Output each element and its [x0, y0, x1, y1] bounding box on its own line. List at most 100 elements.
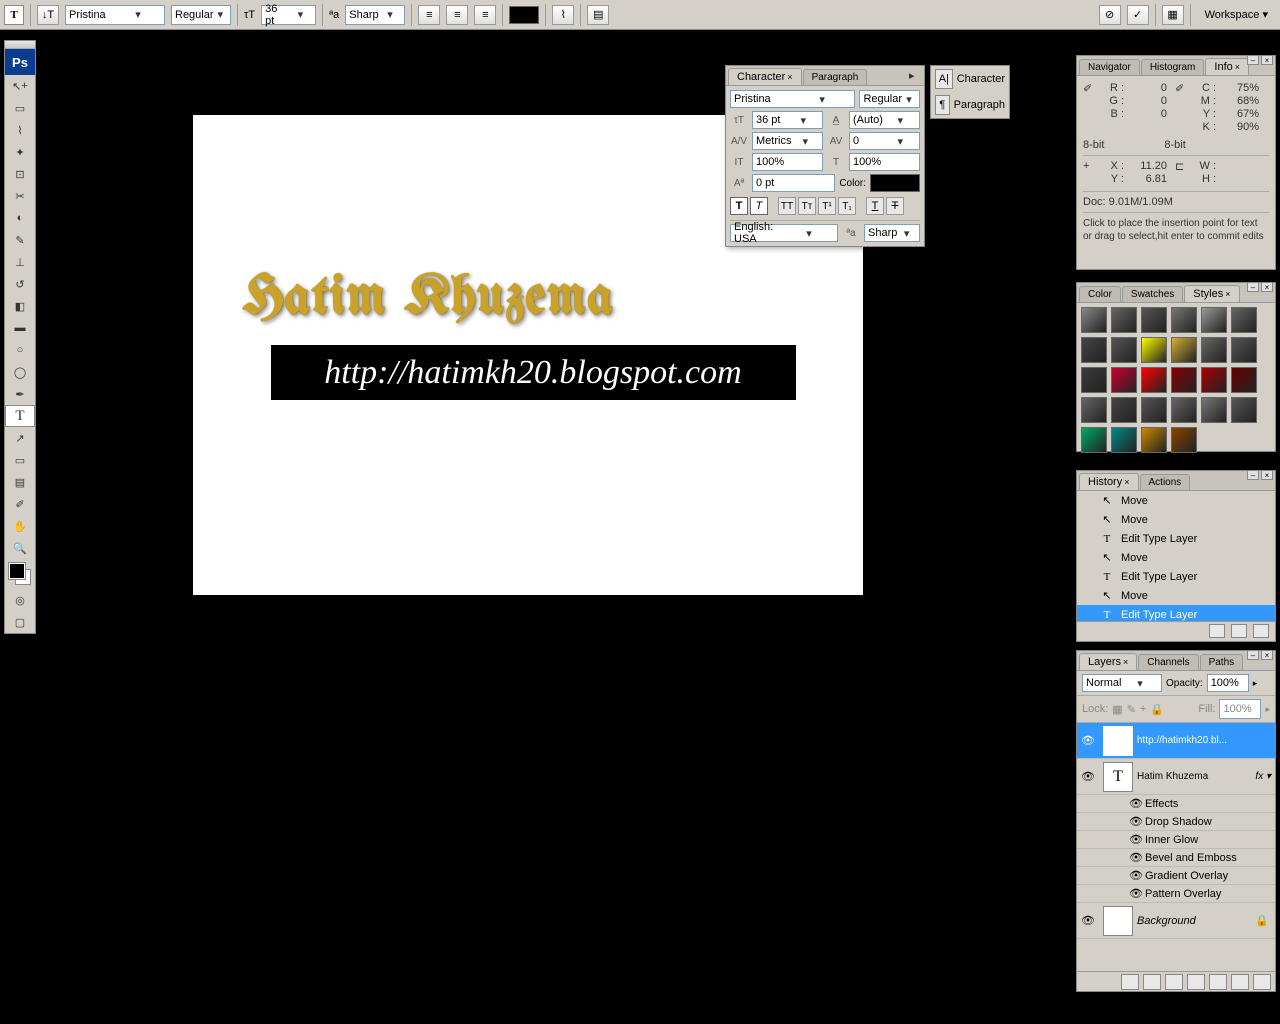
- effect-row[interactable]: 👁Bevel and Emboss: [1077, 849, 1275, 867]
- style-swatch[interactable]: [1231, 337, 1257, 363]
- tab-color[interactable]: Color: [1079, 286, 1121, 302]
- move-tool[interactable]: ↖+: [5, 75, 35, 97]
- strike-button[interactable]: T: [886, 197, 904, 215]
- style-swatch[interactable]: [1081, 397, 1107, 423]
- char-antialias-dropdown[interactable]: Sharp▾: [864, 224, 920, 242]
- style-swatch[interactable]: [1111, 397, 1137, 423]
- char-language-dropdown[interactable]: English: USA▾: [730, 224, 838, 242]
- url-text-box[interactable]: http://hatimkh20.blogspot.com: [271, 345, 796, 400]
- close-icon[interactable]: ×: [1261, 55, 1273, 65]
- align-right-button[interactable]: ≡: [474, 5, 496, 25]
- char-size-dropdown[interactable]: 36 pt▾: [752, 111, 823, 129]
- allcaps-button[interactable]: TT: [778, 197, 796, 215]
- style-swatch[interactable]: [1201, 367, 1227, 393]
- style-swatch[interactable]: [1171, 307, 1197, 333]
- history-item[interactable]: TEdit Type Layer: [1077, 567, 1275, 586]
- minimize-icon[interactable]: –: [1247, 650, 1259, 660]
- warp-text-button[interactable]: ⌇: [552, 5, 574, 25]
- quickmask-button[interactable]: ◎: [5, 589, 35, 611]
- history-item[interactable]: ↖Move: [1077, 586, 1275, 605]
- visibility-toggle[interactable]: 👁: [1077, 734, 1099, 747]
- path-tool[interactable]: ↗: [5, 427, 35, 449]
- dodge-tool[interactable]: ◯: [5, 361, 35, 383]
- layer-row[interactable]: 👁THatim Khuzemafx ▾: [1077, 759, 1275, 795]
- smallcaps-button[interactable]: Tᴛ: [798, 197, 816, 215]
- tab-paragraph[interactable]: Paragraph: [803, 69, 868, 85]
- history-item[interactable]: ↖Move: [1077, 548, 1275, 567]
- char-weight-dropdown[interactable]: Regular▾: [859, 90, 920, 108]
- layer-mask-button[interactable]: [1165, 974, 1183, 990]
- delete-state-button[interactable]: [1253, 624, 1269, 638]
- gradient-tool[interactable]: ▬: [5, 317, 35, 339]
- tab-paths[interactable]: Paths: [1200, 654, 1244, 670]
- gold-text-layer[interactable]: Hatim Khuzema: [243, 270, 615, 328]
- align-center-button[interactable]: ≡: [446, 5, 468, 25]
- shape-tool[interactable]: ▭: [5, 449, 35, 471]
- style-swatch[interactable]: [1111, 307, 1137, 333]
- wand-tool[interactable]: ✦: [5, 141, 35, 163]
- style-swatch[interactable]: [1081, 367, 1107, 393]
- effect-row[interactable]: 👁Pattern Overlay: [1077, 885, 1275, 903]
- crop-tool[interactable]: ⊡: [5, 163, 35, 185]
- tab-styles[interactable]: Styles×: [1184, 285, 1239, 302]
- style-swatch[interactable]: [1141, 367, 1167, 393]
- style-swatch[interactable]: [1111, 427, 1137, 453]
- marquee-tool[interactable]: ▭: [5, 97, 35, 119]
- style-swatch[interactable]: [1231, 367, 1257, 393]
- tab-channels[interactable]: Channels: [1138, 654, 1198, 670]
- tab-histogram[interactable]: Histogram: [1141, 59, 1205, 75]
- tab-actions[interactable]: Actions: [1140, 474, 1191, 490]
- style-swatch[interactable]: [1141, 337, 1167, 363]
- history-brush-tool[interactable]: ↺: [5, 273, 35, 295]
- italic-button[interactable]: T: [750, 197, 768, 215]
- style-swatch[interactable]: [1201, 337, 1227, 363]
- bold-button[interactable]: T: [730, 197, 748, 215]
- style-swatch[interactable]: [1081, 337, 1107, 363]
- char-tracking-dropdown[interactable]: 0▾: [849, 132, 920, 150]
- style-swatch[interactable]: [1171, 427, 1197, 453]
- iconic-paragraph[interactable]: ¶ Paragraph: [931, 92, 1009, 118]
- subscript-button[interactable]: T₁: [838, 197, 856, 215]
- char-kerning-dropdown[interactable]: Metrics▾: [752, 132, 823, 150]
- panel-menu-icon[interactable]: ▸: [909, 69, 921, 81]
- blend-mode-dropdown[interactable]: Normal▾: [1082, 674, 1162, 692]
- layer-thumbnail[interactable]: [1103, 906, 1133, 936]
- style-swatch[interactable]: [1171, 397, 1197, 423]
- history-item[interactable]: TEdit Type Layer: [1077, 529, 1275, 548]
- font-weight-dropdown[interactable]: Regular▾: [171, 5, 231, 25]
- tab-layers[interactable]: Layers×: [1079, 653, 1137, 670]
- lock-position-button[interactable]: +: [1140, 703, 1146, 715]
- font-family-dropdown[interactable]: Pristina▾: [65, 5, 165, 25]
- style-swatch[interactable]: [1171, 337, 1197, 363]
- snapshot-button[interactable]: [1231, 624, 1247, 638]
- orientation-button[interactable]: ↓T: [37, 5, 59, 25]
- align-left-button[interactable]: ≡: [418, 5, 440, 25]
- type-tool[interactable]: T: [5, 405, 35, 427]
- close-icon[interactable]: ×: [1261, 282, 1273, 292]
- pen-tool[interactable]: ✒: [5, 383, 35, 405]
- style-swatch[interactable]: [1141, 307, 1167, 333]
- history-item[interactable]: TEdit Type Layer: [1077, 605, 1275, 621]
- style-swatch[interactable]: [1201, 397, 1227, 423]
- minimize-icon[interactable]: –: [1247, 282, 1259, 292]
- style-swatch[interactable]: [1231, 307, 1257, 333]
- visibility-toggle[interactable]: 👁: [1127, 797, 1145, 810]
- tab-character[interactable]: Character×: [728, 68, 802, 85]
- delete-layer-button[interactable]: [1253, 974, 1271, 990]
- char-font-dropdown[interactable]: Pristina▾: [730, 90, 855, 108]
- color-picker[interactable]: [5, 559, 35, 589]
- eraser-tool[interactable]: ◧: [5, 295, 35, 317]
- visibility-toggle[interactable]: 👁: [1127, 833, 1145, 846]
- bridge-button[interactable]: ▦: [1162, 5, 1184, 25]
- char-color-swatch[interactable]: [870, 174, 920, 192]
- visibility-toggle[interactable]: 👁: [1127, 869, 1145, 882]
- lock-transparency-button[interactable]: ▦: [1112, 703, 1122, 716]
- minimize-icon[interactable]: –: [1247, 470, 1259, 480]
- iconic-character[interactable]: A| Character: [931, 66, 1009, 92]
- style-swatch[interactable]: [1231, 427, 1257, 453]
- lock-all-button[interactable]: 🔒: [1150, 703, 1164, 716]
- close-icon[interactable]: ×: [1261, 650, 1273, 660]
- fill-input[interactable]: 100%: [1219, 699, 1261, 719]
- blur-tool[interactable]: ○: [5, 339, 35, 361]
- font-size-dropdown[interactable]: 36 pt▾: [261, 5, 316, 25]
